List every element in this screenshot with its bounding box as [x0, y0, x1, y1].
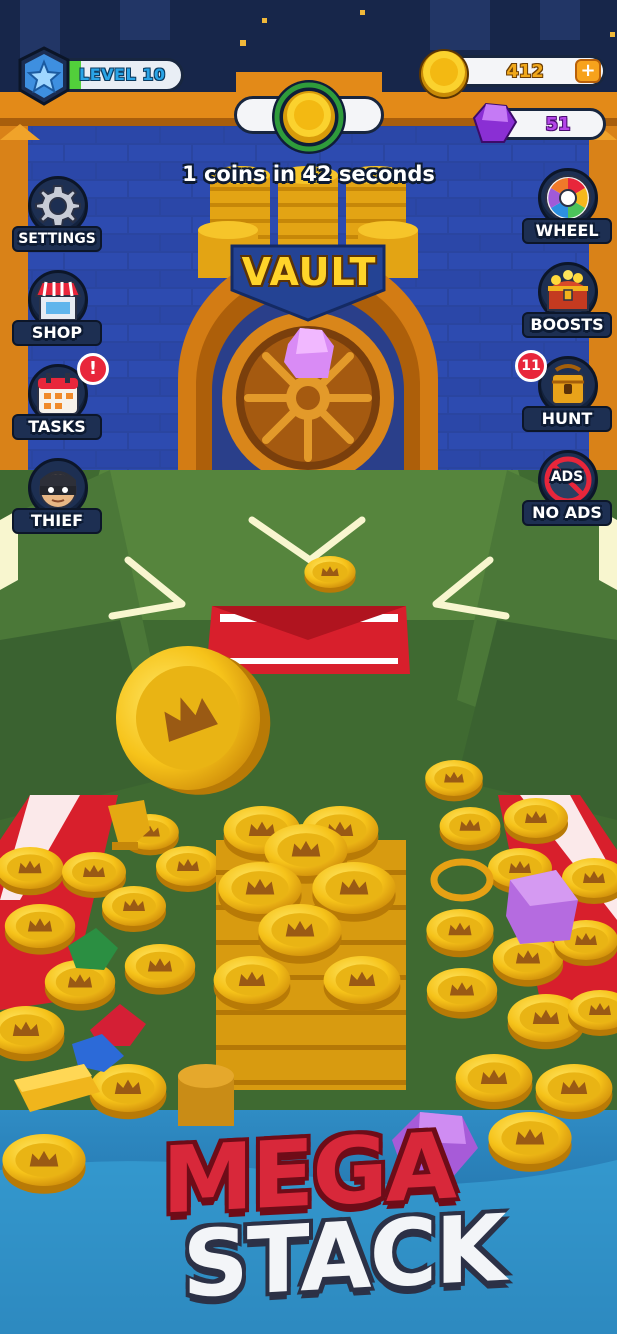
shop-icon: [34, 281, 82, 321]
settings-button[interactable]: SETTINGS: [12, 176, 102, 266]
timer-coin-icon: [272, 80, 346, 154]
thief-button[interactable]: THIEF: [12, 458, 102, 548]
settings-label: SETTINGS: [18, 231, 96, 247]
wheel-icon: [545, 175, 591, 221]
mega-coin-stack: [213, 806, 406, 1090]
no-ads-button[interactable]: ADS NO ADS: [522, 450, 612, 540]
tasks-alert-badge: !: [77, 353, 109, 385]
calendar-icon: [37, 373, 79, 415]
coin-balance-value: 412: [506, 61, 544, 82]
gear-icon: [35, 185, 81, 227]
gem-balance-value: 51: [545, 114, 571, 135]
wheel-button[interactable]: WHEEL: [522, 168, 612, 258]
thief-label: THIEF: [30, 511, 84, 530]
thief-icon: [39, 471, 77, 509]
treasure-hunt-icon: [551, 364, 585, 405]
shop-label: SHOP: [31, 323, 83, 342]
level-star-badge-icon: [18, 46, 70, 106]
tasks-label: TASKS: [28, 417, 86, 436]
level-label: LEVEL 10: [79, 65, 166, 84]
add-coins-button[interactable]: +: [575, 59, 601, 83]
boosts-button[interactable]: BOOSTS: [522, 262, 612, 352]
coin-icon: [419, 49, 469, 99]
hunt-label: HUNT: [541, 409, 593, 428]
purple-gem-icon: [472, 102, 518, 143]
treasure-chest-icon: [545, 270, 591, 311]
vault-label: VAULT: [241, 250, 377, 294]
hunt-count-badge: 11: [515, 350, 547, 382]
boosts-label: BOOSTS: [530, 315, 604, 334]
no-ads-label: NO ADS: [532, 503, 602, 522]
shop-button[interactable]: SHOP: [12, 270, 102, 360]
no-ads-icon-text: ADS: [550, 469, 584, 485]
wheel-label: WHEEL: [535, 221, 599, 240]
